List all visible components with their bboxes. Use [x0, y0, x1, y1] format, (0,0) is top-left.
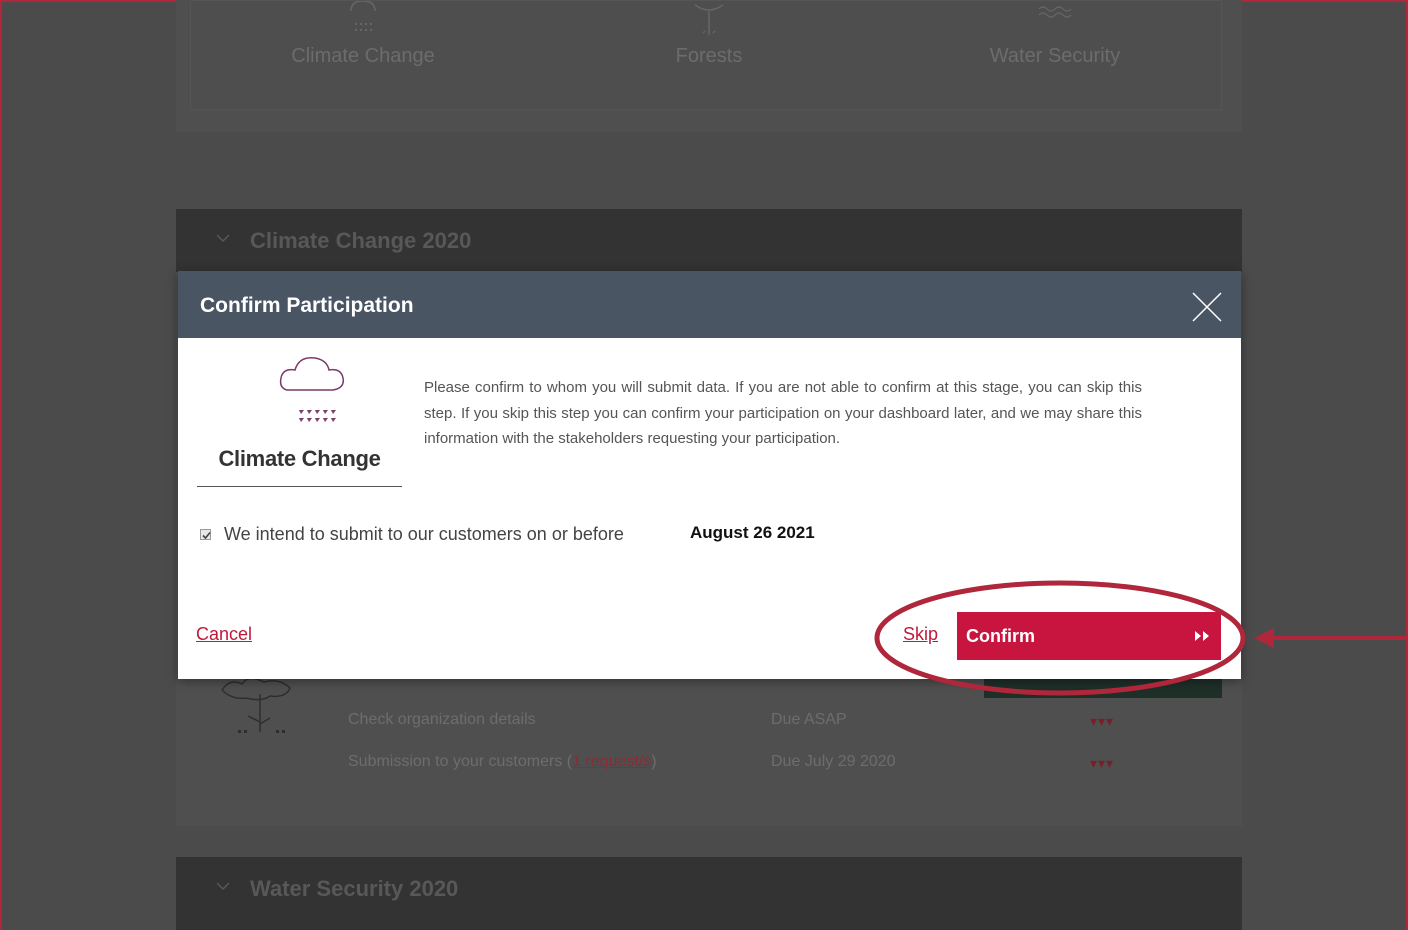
topic-climate-change[interactable]: Climate Change	[213, 1, 513, 68]
cancel-link[interactable]: Cancel	[196, 624, 252, 645]
intent-checkbox[interactable]	[200, 529, 211, 540]
chevron-down-icon	[216, 882, 230, 891]
topic-badge: Climate Change	[197, 354, 402, 487]
close-icon[interactable]	[1191, 291, 1223, 323]
requests-link[interactable]: 1 request/s	[572, 753, 651, 770]
topic-water-security[interactable]: Water Security	[905, 1, 1205, 68]
status-dots: ▾▾▾	[1090, 713, 1115, 729]
section-header-climate-change[interactable]: Climate Change 2020	[176, 209, 1242, 273]
task-label-suffix: )	[651, 753, 657, 770]
task-label: Submission to your customers (	[348, 753, 573, 770]
section-title: Climate Change 2020	[250, 228, 472, 253]
pointer-arrow	[1254, 628, 1408, 648]
topic-label: Climate Change	[291, 45, 435, 67]
cloud-rain-icon	[350, 1, 376, 31]
checkmark-icon	[202, 531, 211, 540]
chevron-down-icon	[216, 234, 230, 243]
highlight-ellipse	[874, 580, 1246, 696]
section-header-water-security[interactable]: Water Security 2020	[176, 857, 1242, 930]
status-dots: ▾▾▾	[1090, 755, 1115, 771]
topics-card: Climate Change Forests Water Security	[190, 0, 1222, 110]
intent-label: We intend to submit to our customers on …	[224, 524, 624, 544]
task-due: Due July 29 2020	[771, 753, 896, 770]
intent-date-field[interactable]: August 26 2021	[690, 523, 815, 543]
task-label: Check organization details	[348, 711, 536, 728]
section-title: Water Security 2020	[250, 876, 459, 901]
cloud-rain-icon	[279, 357, 345, 422]
topic-forests[interactable]: Forests	[559, 1, 859, 68]
topic-label: Forests	[675, 45, 743, 67]
dialog-header: Confirm Participation	[178, 271, 1241, 338]
tree-icon	[694, 4, 724, 35]
dialog-message: Please confirm to whom you will submit d…	[424, 379, 1142, 447]
waves-icon	[1038, 6, 1072, 18]
topic-label: Climate Change	[218, 446, 381, 471]
tree-icon	[221, 677, 291, 733]
topic-label: Water Security	[989, 45, 1121, 67]
dialog-title: Confirm Participation	[200, 294, 414, 317]
task-check-organization: Check organization details	[348, 711, 536, 729]
task-submission: Submission to your customers (1 request/…	[348, 753, 657, 771]
task-due: Due ASAP	[771, 711, 847, 728]
